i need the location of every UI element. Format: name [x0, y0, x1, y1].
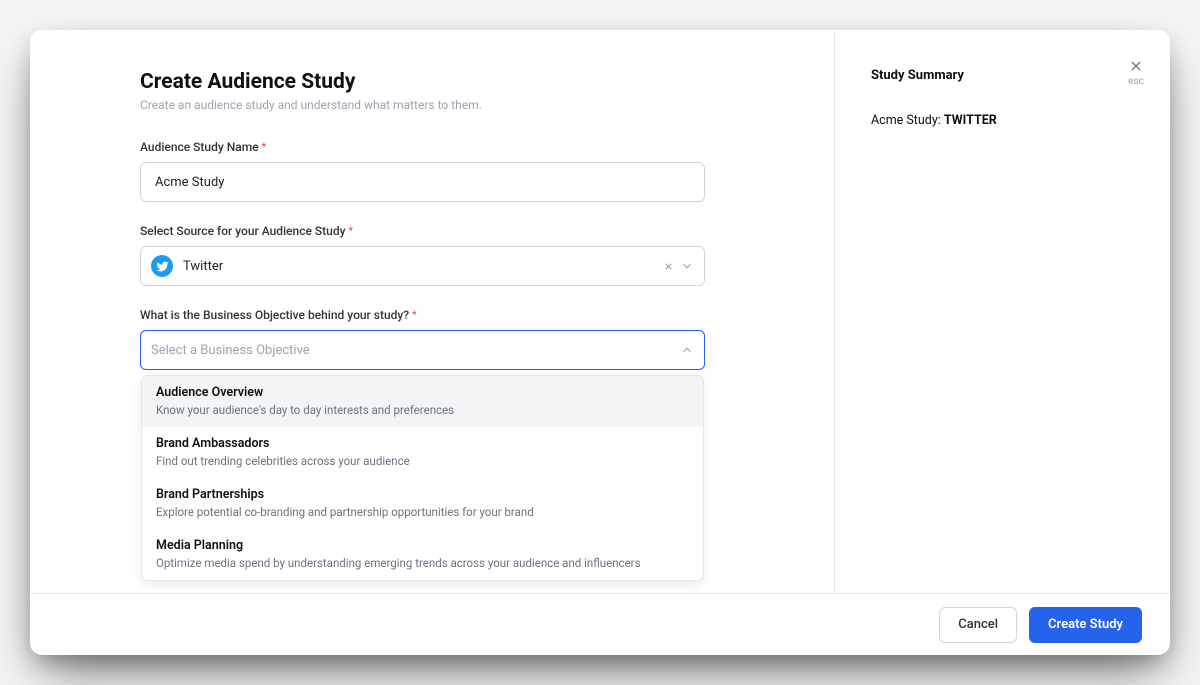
create-study-button[interactable]: Create Study — [1029, 607, 1142, 643]
required-icon: * — [348, 226, 352, 237]
objective-controls — [680, 343, 694, 357]
objective-option-brand-ambassadors[interactable]: Brand Ambassadors Find out trending cele… — [142, 427, 703, 478]
twitter-icon — [151, 255, 173, 277]
option-title: Brand Partnerships — [156, 487, 689, 502]
source-label: Select Source for your Audience Study * — [140, 224, 705, 238]
option-title: Brand Ambassadors — [156, 436, 689, 451]
cancel-button[interactable]: Cancel — [939, 607, 1017, 643]
source-value: Twitter — [183, 259, 653, 274]
study-name-label: Audience Study Name * — [140, 140, 705, 154]
option-desc: Optimize media spend by understanding em… — [156, 555, 689, 571]
label-text: Audience Study Name — [140, 140, 259, 154]
close-button[interactable]: esc — [1128, 58, 1144, 87]
field-objective: What is the Business Objective behind yo… — [140, 308, 705, 370]
objective-dropdown: Audience Overview Know your audience's d… — [141, 375, 704, 581]
clear-icon[interactable] — [663, 261, 674, 272]
summary-title: Study Summary — [871, 68, 1134, 83]
objective-option-brand-partnerships[interactable]: Brand Partnerships Explore potential co-… — [142, 478, 703, 529]
chevron-up-icon[interactable] — [680, 343, 694, 357]
modal-footer: Cancel Create Study — [30, 593, 1170, 655]
summary-value: TWITTER — [944, 113, 997, 128]
objective-label: What is the Business Objective behind yo… — [140, 308, 705, 322]
summary-line: Acme Study: TWITTER — [871, 113, 1134, 128]
summary-prefix: Acme Study: — [871, 113, 944, 128]
objective-option-media-planning[interactable]: Media Planning Optimize media spend by u… — [142, 529, 703, 580]
chevron-down-icon[interactable] — [680, 259, 694, 273]
modal-subtitle: Create an audience study and understand … — [140, 98, 705, 112]
option-desc: Know your audience's day to day interest… — [156, 402, 689, 418]
modal-title: Create Audience Study — [140, 70, 705, 94]
main-column: Create Audience Study Create an audience… — [30, 30, 834, 593]
objective-placeholder: Select a Business Objective — [151, 343, 670, 358]
option-title: Audience Overview — [156, 385, 689, 400]
option-desc: Explore potential co-branding and partne… — [156, 504, 689, 520]
field-study-name: Audience Study Name * — [140, 140, 705, 202]
source-controls — [663, 259, 694, 273]
option-title: Media Planning — [156, 538, 689, 553]
source-select[interactable]: Twitter — [140, 246, 705, 286]
create-study-modal: Create Audience Study Create an audience… — [30, 30, 1170, 655]
field-source: Select Source for your Audience Study * … — [140, 224, 705, 286]
option-desc: Find out trending celebrities across you… — [156, 453, 689, 469]
study-name-input[interactable] — [140, 162, 705, 202]
label-text: Select Source for your Audience Study — [140, 224, 345, 238]
summary-column: Study Summary Acme Study: TWITTER — [834, 30, 1170, 593]
close-icon — [1128, 58, 1144, 74]
objective-select[interactable]: Select a Business Objective Audience Ove… — [140, 330, 705, 370]
objective-option-audience-overview[interactable]: Audience Overview Know your audience's d… — [142, 376, 703, 427]
required-icon: * — [412, 310, 416, 321]
label-text: What is the Business Objective behind yo… — [140, 308, 409, 322]
modal-body: Create Audience Study Create an audience… — [30, 30, 1170, 593]
required-icon: * — [262, 142, 266, 153]
esc-label: esc — [1128, 76, 1144, 87]
